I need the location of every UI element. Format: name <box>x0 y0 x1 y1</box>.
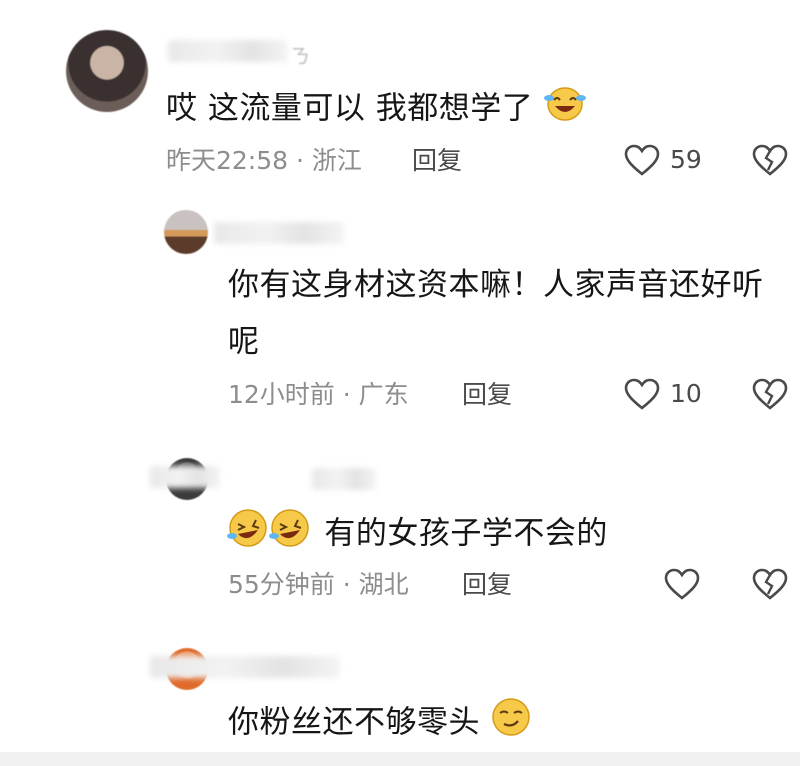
like-button[interactable]: 10 <box>624 378 702 410</box>
dislike-button[interactable] <box>752 568 788 604</box>
heart-icon <box>624 144 660 176</box>
comment-location: 湖北 <box>358 570 409 599</box>
separator: · <box>342 380 351 409</box>
comment-text-content: 你粉丝还不够零头 <box>228 704 480 741</box>
reply-button[interactable]: 回复 <box>462 570 512 600</box>
comment-location: 浙江 <box>311 146 362 175</box>
username-blurred[interactable] <box>168 40 288 62</box>
like-count: 59 <box>670 145 702 174</box>
username-blurred[interactable] <box>150 466 220 488</box>
separator: · <box>296 146 304 175</box>
username-blurred-mark: ㄋ <box>290 44 310 68</box>
bottom-divider <box>0 752 800 766</box>
avatar[interactable] <box>66 30 148 112</box>
like-button[interactable] <box>664 568 710 600</box>
reply-button[interactable]: 回复 <box>462 380 512 410</box>
reply-button[interactable]: 回复 <box>412 146 462 176</box>
comment-meta: 55分钟前 · 湖北 <box>228 570 409 600</box>
heart-icon <box>664 568 700 600</box>
comment-time: 12小时前 <box>228 380 335 409</box>
comment-text-content: 有的女孩子学不会的 <box>324 515 608 552</box>
broken-heart-icon <box>752 568 788 600</box>
comment-text-line2: 呢 <box>228 324 260 360</box>
comment-time: 55分钟前 <box>228 570 335 599</box>
comment-meta: 12小时前 · 广东 <box>228 380 409 410</box>
dislike-button[interactable] <box>752 144 788 180</box>
heart-icon <box>624 378 660 410</box>
broken-heart-icon <box>752 144 788 176</box>
like-count: 10 <box>670 379 702 408</box>
separator: · <box>342 570 351 599</box>
comment-text: 你粉丝还不够零头 <box>228 696 532 752</box>
comment-text: 你有这身材这资本嘛！人家声音还好听 呢 <box>228 262 798 366</box>
comment-meta: 昨天22:58 · 浙江 <box>166 146 362 176</box>
comment-list: ㄋ 哎 这流量可以 我都想学了 昨天22:58 · 浙江 回复 59 你有这身材… <box>0 0 800 766</box>
username-blurred[interactable] <box>214 222 344 244</box>
rolling-laughing-emoji <box>226 506 314 564</box>
comment-time: 昨天22:58 <box>166 146 289 175</box>
username-blurred[interactable] <box>150 656 340 678</box>
comment-text: 哎 这流量可以 我都想学了 <box>166 84 586 136</box>
comment-text-line1: 你有这身材这资本嘛！人家声音还好听 <box>228 267 764 303</box>
like-button[interactable]: 59 <box>624 144 702 176</box>
smirk-emoji <box>490 696 532 752</box>
laughing-tears-emoji <box>543 84 586 136</box>
username-blurred[interactable] <box>312 468 376 490</box>
broken-heart-icon <box>752 378 788 410</box>
comment-location: 广东 <box>358 380 409 409</box>
avatar[interactable] <box>164 210 208 254</box>
comment-text-content: 哎 这流量可以 我都想学了 <box>166 90 534 127</box>
comment-text: 有的女孩子学不会的 <box>226 506 608 564</box>
dislike-button[interactable] <box>752 378 788 414</box>
